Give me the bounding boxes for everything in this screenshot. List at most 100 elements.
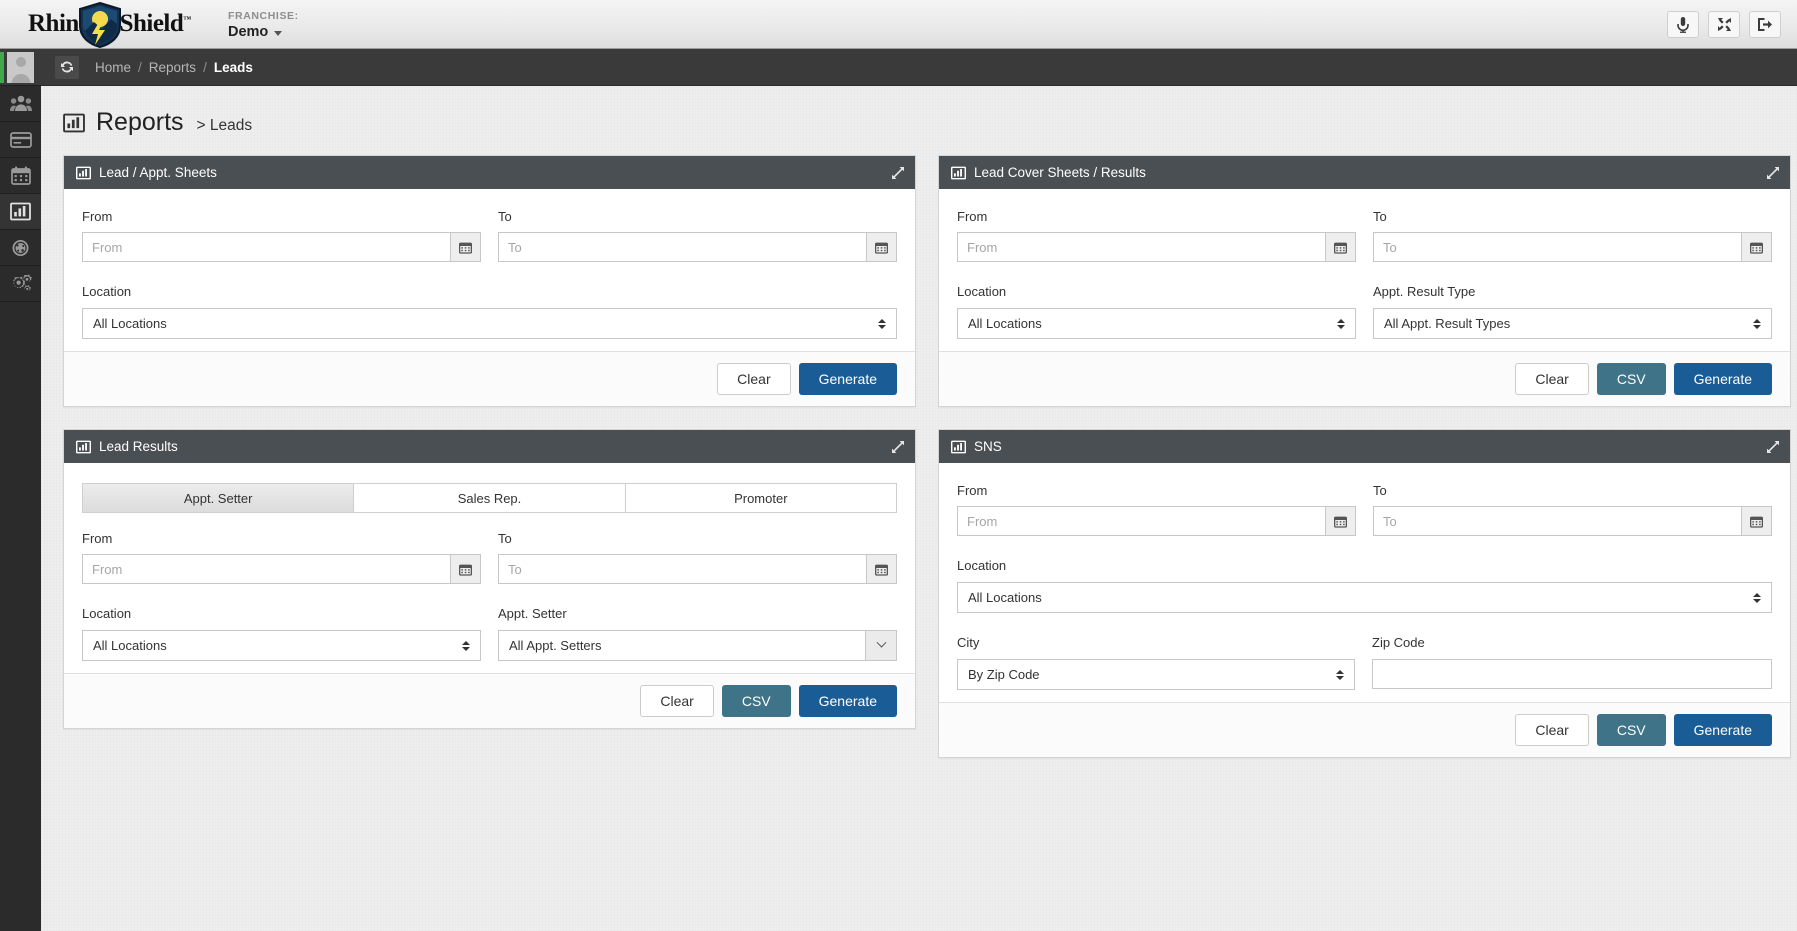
brand-logo[interactable]: Rhino Shield™	[0, 0, 200, 49]
bar-chart-icon	[951, 166, 966, 179]
to-date-input[interactable]	[1373, 232, 1741, 262]
bar-chart-icon	[10, 202, 31, 221]
calendar-icon[interactable]	[450, 554, 481, 584]
tab-sales-rep[interactable]: Sales Rep.	[353, 483, 626, 513]
clear-button[interactable]: Clear	[717, 363, 791, 395]
reports-grid: Lead / Appt. Sheets From From To To Loca…	[41, 137, 1797, 758]
shield-icon	[79, 1, 121, 48]
sidebar-item-customers[interactable]	[0, 86, 41, 122]
to-input-group	[1373, 232, 1772, 262]
filters-row: Location All Locations Appt. Setter All …	[82, 606, 897, 661]
calendar-icon[interactable]	[866, 554, 897, 584]
breadcrumb-item-reports[interactable]: Reports	[149, 60, 196, 75]
to-date-input[interactable]	[498, 232, 866, 262]
from-date-field: From	[957, 209, 1356, 262]
panel-body: Appt. Setter Sales Rep. Promoter From Fr…	[64, 463, 915, 673]
calendar-icon[interactable]	[450, 232, 481, 262]
to-date-field: To	[1373, 483, 1772, 536]
location-select[interactable]: All Locations	[957, 308, 1356, 339]
from-date-input[interactable]	[82, 232, 450, 262]
expand-icon[interactable]	[891, 440, 905, 454]
generate-button[interactable]: Generate	[1673, 714, 1772, 746]
expand-icon[interactable]	[891, 166, 905, 180]
tab-appt-setter[interactable]: Appt. Setter	[82, 483, 355, 513]
calendar-icon[interactable]	[1325, 506, 1356, 536]
panel-lead-cover-sheets: Lead Cover Sheets / Results From From To…	[938, 155, 1791, 407]
location-select[interactable]: All Locations	[82, 630, 481, 661]
csv-button[interactable]: CSV	[721, 685, 791, 717]
to-date-field: To	[498, 209, 897, 262]
to-label: To	[498, 531, 512, 546]
appt-setter-label: Appt. Setter	[498, 606, 567, 621]
franchise-selector[interactable]: FRANCHISE: Demo	[228, 0, 299, 49]
to-date-field: To	[498, 531, 897, 584]
from-date-input[interactable]	[957, 232, 1325, 262]
panel-footer: Clear CSV Generate	[64, 673, 915, 728]
location-select[interactable]: All Locations	[82, 308, 897, 339]
location-label: Location	[957, 284, 1007, 299]
clear-button[interactable]: Clear	[1515, 714, 1589, 746]
filters-row: Location All Locations Appt. Result Type…	[957, 284, 1772, 339]
from-date-input[interactable]	[82, 554, 450, 584]
panel-lead-results: Lead Results Appt. Setter Sales Rep. Pro…	[63, 429, 916, 729]
appt-setter-value: All Appt. Setters	[509, 638, 602, 653]
from-input-group	[957, 506, 1356, 536]
calendar-icon	[10, 166, 31, 185]
location-select-value: All Locations	[968, 316, 1042, 331]
csv-button[interactable]: CSV	[1596, 714, 1666, 746]
logout-icon[interactable]	[1749, 10, 1781, 38]
city-select[interactable]: By Zip Code	[957, 659, 1355, 690]
calendar-icon[interactable]	[1741, 232, 1772, 262]
clear-button[interactable]: Clear	[640, 685, 714, 717]
sidebar-item-billing[interactable]	[0, 122, 41, 158]
fullscreen-icon[interactable]	[1708, 10, 1740, 38]
csv-button[interactable]: CSV	[1596, 363, 1666, 395]
panel-lead-appt-sheets: Lead / Appt. Sheets From From To To Loca…	[63, 155, 916, 407]
breadcrumb-current: Leads	[213, 59, 253, 75]
clear-button[interactable]: Clear	[1515, 363, 1589, 395]
to-date-input[interactable]	[498, 554, 866, 584]
generate-button[interactable]: Generate	[798, 685, 897, 717]
calendar-icon[interactable]	[866, 232, 897, 262]
generate-button[interactable]: Generate	[798, 363, 897, 395]
microphone-icon[interactable]	[1667, 10, 1699, 38]
appt-result-type-select[interactable]: All Appt. Result Types	[1373, 308, 1772, 339]
sidebar-item-profile[interactable]	[0, 49, 41, 86]
appt-setter-select[interactable]: All Appt. Setters	[498, 630, 865, 661]
location-label: Location	[82, 284, 132, 299]
breadcrumb-separator: /	[203, 59, 207, 75]
panel-body: From	[939, 463, 1790, 702]
calendar-icon[interactable]	[1741, 506, 1772, 536]
date-range-row: From From To To	[957, 209, 1772, 262]
franchise-value[interactable]: Demo	[228, 23, 299, 41]
sidebar-item-dashboard[interactable]	[0, 230, 41, 266]
top-bar: Rhino Shield™ FRANCHISE: Demo	[0, 0, 1797, 49]
breadcrumb-item-home[interactable]: Home	[95, 60, 131, 75]
zip-code-input[interactable]	[1372, 659, 1772, 689]
tab-promoter[interactable]: Promoter	[624, 483, 897, 513]
panel-footer: Clear CSV Generate	[939, 702, 1790, 757]
from-date-input[interactable]	[957, 506, 1325, 536]
to-date-input[interactable]	[1373, 506, 1741, 536]
page-title-text: Reports	[96, 108, 184, 136]
expand-icon[interactable]	[1766, 166, 1780, 180]
calendar-icon[interactable]	[1325, 232, 1356, 262]
lead-results-tabs: Appt. Setter Sales Rep. Promoter	[82, 483, 897, 513]
panel-sns: SNS From From To To Location All Locatio…	[938, 429, 1791, 758]
location-select[interactable]: All Locations	[957, 582, 1772, 613]
refresh-icon[interactable]	[55, 55, 79, 79]
chevron-down-icon[interactable]	[865, 630, 897, 661]
sidebar-item-calendar[interactable]	[0, 158, 41, 194]
bar-chart-icon	[63, 113, 85, 132]
franchise-value-text: Demo	[228, 24, 269, 40]
from-date-field: From	[82, 531, 481, 584]
to-label: To	[1373, 483, 1387, 498]
breadcrumb: Home / Reports / Leads	[95, 60, 253, 75]
from-label: From	[82, 531, 113, 546]
sidebar-item-settings[interactable]	[0, 266, 41, 302]
expand-icon[interactable]	[1766, 440, 1780, 454]
sidebar-item-reports[interactable]	[0, 194, 41, 230]
panel-footer: Clear CSV Generate	[939, 351, 1790, 406]
panel-title: Lead Results	[99, 439, 178, 454]
generate-button[interactable]: Generate	[1673, 363, 1772, 395]
